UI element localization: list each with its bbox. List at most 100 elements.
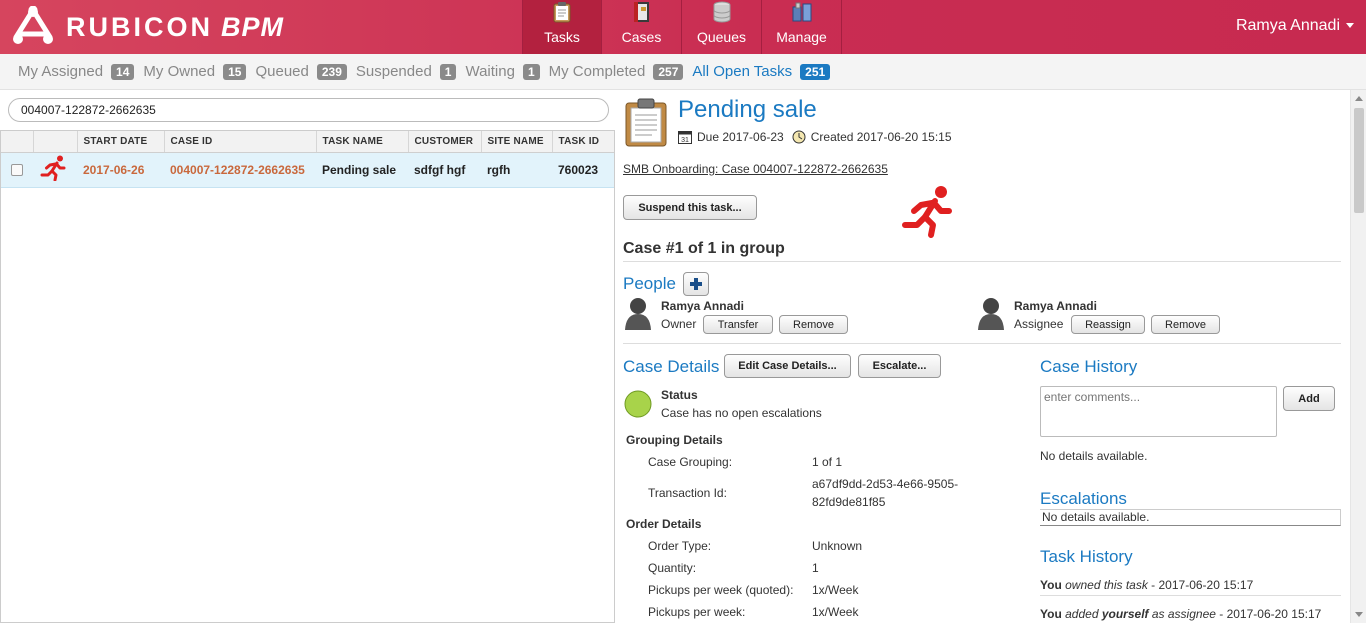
history-actor: You [1040, 578, 1062, 592]
reassign-button[interactable]: Reassign [1071, 315, 1145, 334]
task-dates: 31 Due 2017-06-23 Created 2017-06-20 15:… [678, 130, 952, 144]
cell-case-id: 004007-122872-2662635 [164, 152, 316, 188]
divider [623, 261, 1341, 262]
count-badge: 257 [653, 63, 684, 80]
column-header-customer[interactable]: CUSTOMER [408, 131, 482, 153]
svg-text:31: 31 [681, 137, 689, 144]
transfer-button[interactable]: Transfer [703, 315, 773, 334]
history-action: added [1065, 607, 1099, 621]
nav-tab-cases[interactable]: Cases [602, 0, 682, 54]
grouping-details-heading: Grouping Details [626, 433, 723, 447]
clipboard-icon [625, 98, 667, 147]
database-icon [713, 1, 730, 23]
filter-label: All Open Tasks [692, 63, 793, 80]
case-grouping-value: 1 of 1 [812, 455, 843, 469]
row-checkbox[interactable] [11, 163, 23, 176]
escalations-empty: No details available. [1042, 510, 1150, 524]
filter-all-open-tasks[interactable]: All Open Tasks 251 [692, 63, 831, 80]
nav-tab-cases-label: Cases [621, 29, 662, 45]
logo[interactable]: RUBICON BPM [10, 6, 284, 48]
add-comment-button[interactable]: Add [1283, 386, 1335, 411]
filter-suspended[interactable]: Suspended 1 [356, 63, 457, 80]
history-date: - 2017-06-20 15:17 [1215, 607, 1322, 621]
column-header-case-id[interactable]: CASE ID [164, 131, 317, 153]
order-value: 1 [812, 561, 819, 575]
divider [1040, 595, 1341, 596]
table-header-row: START DATE CASE ID TASK NAME CUSTOMER SI… [1, 131, 614, 153]
calendar-icon: 31 [678, 131, 692, 144]
filter-label: Suspended [355, 63, 432, 80]
task-title: Pending sale [678, 96, 817, 123]
count-badge: 1 [522, 63, 540, 80]
owner-name: Ramya Annadi [661, 299, 744, 313]
count-badge: 239 [316, 63, 347, 80]
scroll-down-icon[interactable] [1355, 612, 1363, 617]
filter-my-assigned[interactable]: My Assigned 14 [18, 63, 135, 80]
icon-column-header[interactable] [33, 131, 78, 153]
escalate-button[interactable]: Escalate... [858, 354, 941, 378]
select-column-header[interactable] [1, 131, 34, 153]
remove-assignee-button[interactable]: Remove [1151, 315, 1220, 334]
table-row[interactable]: 2017-06-26 004007-122872-2662635 Pending… [1, 152, 614, 188]
edit-case-details-button[interactable]: Edit Case Details... [724, 354, 851, 378]
order-label: Pickups per week (quoted): [648, 583, 794, 597]
filter-label: My Completed [548, 63, 646, 80]
count-badge: 14 [111, 63, 135, 80]
nav-tab-tasks[interactable]: Tasks [522, 0, 602, 54]
scroll-up-icon[interactable] [1355, 96, 1363, 101]
filter-label: Queued [255, 63, 309, 80]
column-header-start-date[interactable]: START DATE [77, 131, 165, 153]
case-history-heading: Case History [1040, 357, 1138, 376]
order-label: Quantity: [648, 561, 697, 575]
transaction-id-value-line2: 82fd9de81f85 [812, 495, 886, 509]
user-name: Ramya Annadi [1235, 17, 1340, 34]
case-link[interactable]: SMB Onboarding: Case 004007-122872-26626… [623, 162, 888, 176]
column-header-task-name[interactable]: TASK NAME [316, 131, 409, 153]
history-action-rest: as assignee [1151, 607, 1216, 621]
filter-label: My Assigned [18, 63, 104, 80]
person-icon [978, 298, 1004, 330]
running-man-icon [902, 186, 952, 238]
task-history-entry: You added yourself as assignee - 2017-06… [1040, 607, 1321, 621]
search-input[interactable] [8, 98, 609, 122]
filter-waiting[interactable]: Waiting 1 [465, 63, 540, 80]
filter-my-owned[interactable]: My Owned 15 [143, 63, 247, 80]
task-list-pane: START DATE CASE ID TASK NAME CUSTOMER SI… [0, 90, 615, 623]
task-table: START DATE CASE ID TASK NAME CUSTOMER SI… [0, 130, 615, 623]
suspend-task-button[interactable]: Suspend this task... [623, 195, 757, 220]
running-man-icon [40, 155, 66, 182]
filter-bar: My Assigned 14 My Owned 15 Queued 239 Suspe… [0, 54, 1366, 90]
comments-input[interactable] [1040, 386, 1277, 437]
filter-my-completed[interactable]: My Completed 257 [549, 63, 684, 80]
scroll-thumb[interactable] [1354, 108, 1364, 213]
count-badge: 251 [800, 63, 831, 80]
due-date: Due 2017-06-23 [697, 130, 784, 144]
column-header-site-name[interactable]: SITE NAME [481, 131, 553, 153]
clock-icon [792, 130, 806, 144]
transaction-id-value-line1: a67df9dd-2d53-4e66-9505- [812, 477, 959, 491]
filter-label: Waiting [465, 63, 515, 80]
user-menu[interactable]: Ramya Annadi [1236, 17, 1354, 35]
order-value: 1x/Week [812, 605, 859, 619]
column-header-task-id[interactable]: TASK ID [552, 131, 614, 153]
count-badge: 15 [223, 63, 247, 80]
history-object: yourself [1101, 607, 1149, 621]
rubicon-logo-icon [13, 6, 53, 44]
status-label: Status [661, 388, 698, 402]
people-heading: People [623, 274, 676, 293]
escalations-box: No details available. [1040, 509, 1341, 526]
divider [623, 343, 1341, 344]
task-history-entry: You owned this task - 2017-06-20 15:17 [1040, 578, 1253, 592]
filter-queued[interactable]: Queued 239 [255, 63, 347, 80]
nav-tab-manage[interactable]: Manage [762, 0, 842, 54]
logo-text: RUBICON BPM [66, 11, 284, 42]
remove-owner-button[interactable]: Remove [779, 315, 848, 334]
status-ok-icon [624, 390, 652, 418]
person-icon [625, 298, 651, 330]
binder-icon [633, 2, 649, 22]
nav-tab-queues[interactable]: Queues [682, 0, 762, 54]
status-text: Case has no open escalations [661, 406, 822, 420]
cell-task-id: 760023 [552, 152, 614, 188]
scrollbar[interactable] [1350, 90, 1366, 623]
add-person-button[interactable] [683, 272, 709, 296]
